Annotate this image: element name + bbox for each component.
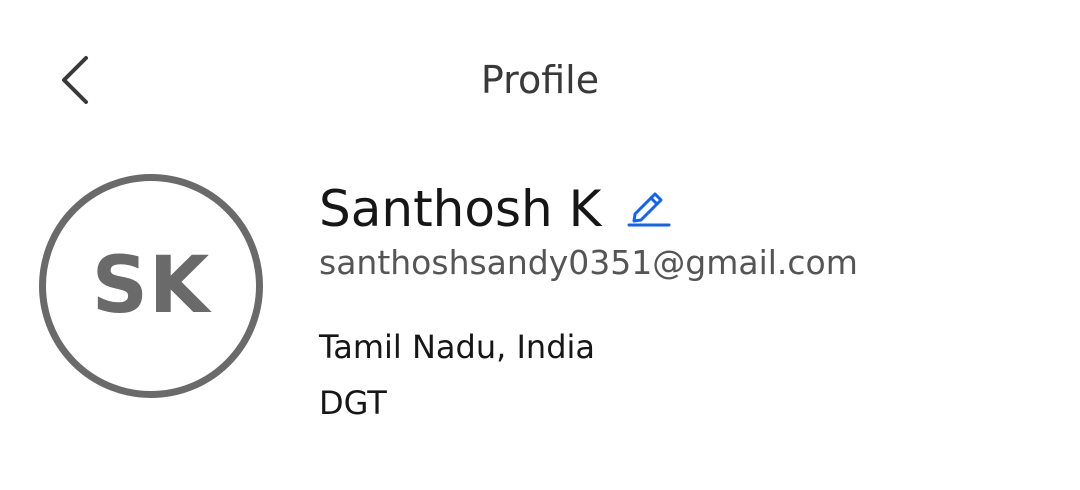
user-name: Santhosh K bbox=[319, 180, 602, 238]
profile-screen: Profile SK Santhosh K santhoshsandy0351@… bbox=[0, 0, 1080, 490]
name-row: Santhosh K bbox=[319, 178, 671, 240]
edit-profile-button[interactable] bbox=[627, 184, 671, 228]
avatar: SK bbox=[39, 174, 263, 398]
page-title: Profile bbox=[480, 58, 600, 102]
pencil-edit-icon bbox=[627, 192, 671, 227]
avatar-initials: SK bbox=[91, 241, 211, 331]
user-location: Tamil Nadu, India bbox=[319, 328, 595, 366]
user-email: santhoshsandy0351@gmail.com bbox=[319, 243, 858, 282]
user-organization: DGT bbox=[319, 384, 387, 422]
